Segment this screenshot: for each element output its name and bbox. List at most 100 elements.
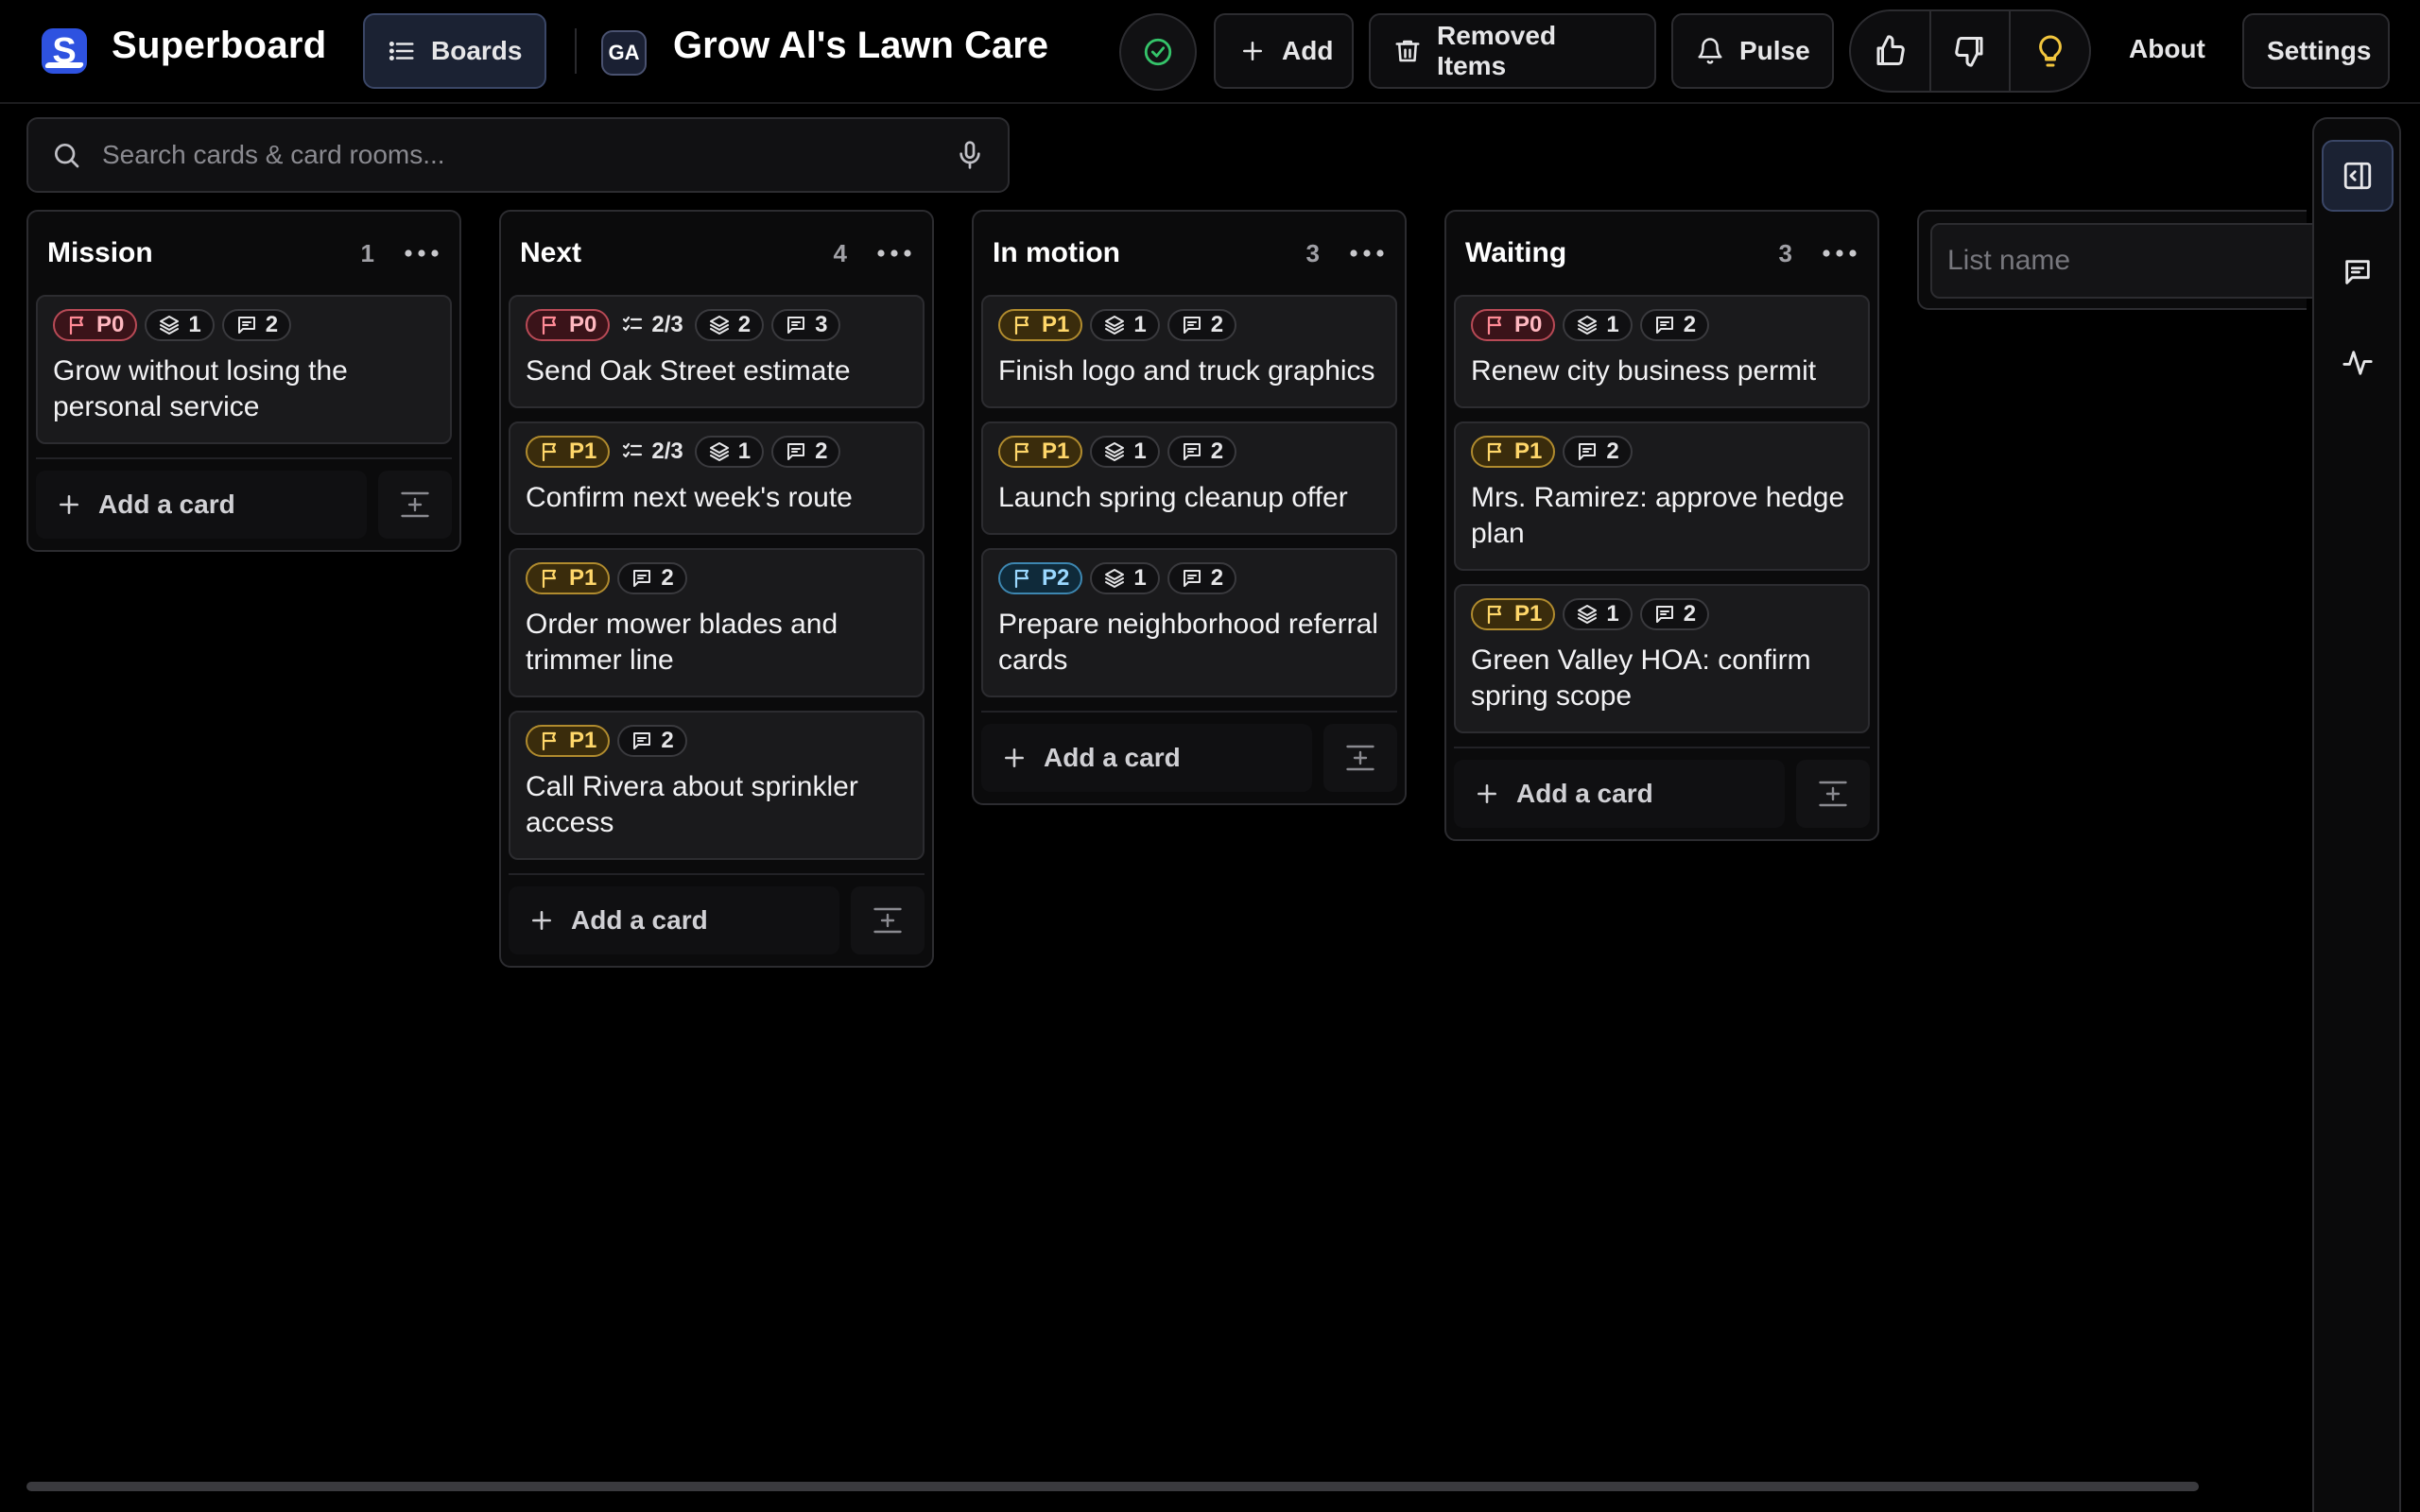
list-header[interactable]: In motion 3 bbox=[981, 212, 1397, 295]
app-logo[interactable]: S bbox=[42, 28, 87, 74]
app-name[interactable]: Superboard bbox=[112, 25, 326, 67]
feedback-group bbox=[1849, 9, 2091, 93]
flag-icon bbox=[66, 314, 89, 336]
pulse-button[interactable]: Pulse bbox=[1671, 13, 1834, 89]
priority-badge[interactable]: P2 bbox=[998, 562, 1083, 594]
add-card-button[interactable]: Add a card bbox=[981, 724, 1312, 792]
subcards-badge: 1 bbox=[694, 436, 765, 468]
subcards-badge: 1 bbox=[1563, 598, 1633, 630]
list-title[interactable]: Waiting bbox=[1465, 237, 1779, 269]
priority-badge[interactable]: P0 bbox=[526, 309, 611, 341]
list-header[interactable]: Waiting 3 bbox=[1454, 212, 1870, 295]
add-button[interactable]: Add bbox=[1214, 13, 1354, 89]
more-options-icon[interactable] bbox=[875, 244, 913, 263]
plus-icon bbox=[1002, 746, 1027, 770]
flag-icon bbox=[539, 314, 562, 336]
subcards-badge: 1 bbox=[1090, 562, 1160, 594]
compact-view-button[interactable] bbox=[378, 471, 452, 539]
priority-badge[interactable]: P1 bbox=[526, 436, 611, 468]
compact-view-button[interactable] bbox=[1323, 724, 1397, 792]
card[interactable]: P1 1 2 Green Valley HOA: confirm spring sco… bbox=[1454, 584, 1870, 733]
compact-view-button[interactable] bbox=[851, 886, 925, 954]
card[interactable]: P1 1 2 Launch spring cleanup offer bbox=[981, 421, 1397, 535]
comments-badge: 2 bbox=[1167, 436, 1237, 468]
priority-badge[interactable]: P1 bbox=[998, 309, 1083, 341]
card[interactable]: P0 1 2 Grow without losing the personal ser… bbox=[36, 295, 452, 444]
card[interactable]: P0 1 2 Renew city business permit bbox=[1454, 295, 1870, 408]
collapse-panel-button[interactable] bbox=[2322, 140, 2394, 212]
sync-status-button[interactable] bbox=[1119, 13, 1197, 91]
priority-label: P1 bbox=[569, 565, 597, 591]
add-card-button[interactable]: Add a card bbox=[1454, 760, 1785, 828]
list-title[interactable]: Next bbox=[520, 237, 834, 269]
comment-icon bbox=[1181, 440, 1203, 463]
priority-badge[interactable]: P1 bbox=[1471, 436, 1556, 468]
comments-badge: 2 bbox=[1639, 598, 1710, 630]
flag-icon bbox=[539, 567, 562, 590]
about-link[interactable]: About bbox=[2129, 34, 2205, 64]
removed-items-label: Removed Items bbox=[1437, 21, 1557, 80]
card[interactable]: P0 2/3 2 3 Send Oak Street estimate bbox=[509, 295, 925, 408]
more-options-icon[interactable] bbox=[403, 244, 441, 263]
list-header[interactable]: Next 4 bbox=[509, 212, 925, 295]
card-meta: P2 1 2 bbox=[998, 559, 1380, 597]
lightbulb-icon bbox=[2033, 34, 2067, 68]
list-title[interactable]: In motion bbox=[993, 237, 1306, 269]
card[interactable]: P1 2 Call Rivera about sprinkler access bbox=[509, 711, 925, 860]
card[interactable]: P1 2 Order mower blades and trimmer line bbox=[509, 548, 925, 697]
priority-badge[interactable]: P0 bbox=[1471, 309, 1556, 341]
search-bar bbox=[26, 117, 1010, 193]
add-card-button[interactable]: Add a card bbox=[509, 886, 839, 954]
list-title[interactable]: Mission bbox=[47, 237, 361, 269]
thumbs-up-button[interactable] bbox=[1851, 11, 1931, 91]
idea-button[interactable] bbox=[2011, 11, 2089, 91]
settings-button[interactable]: Settings bbox=[2242, 13, 2390, 89]
flag-icon bbox=[1484, 603, 1507, 626]
add-card-button[interactable]: Add a card bbox=[36, 471, 367, 539]
list-icon bbox=[388, 37, 416, 65]
comments-panel-button[interactable] bbox=[2322, 236, 2394, 308]
add-label: Add bbox=[1282, 36, 1334, 65]
flag-icon bbox=[1484, 314, 1507, 336]
comments-count: 2 bbox=[1683, 312, 1697, 337]
top-bar: S Superboard Boards GA Grow Al's Lawn Ca… bbox=[0, 0, 2420, 104]
mic-icon[interactable] bbox=[955, 140, 985, 170]
plus-icon bbox=[1475, 782, 1499, 806]
list-header[interactable]: Mission 1 bbox=[36, 212, 452, 295]
checklist-badge: 2/3 bbox=[617, 436, 686, 468]
card[interactable]: P1 1 2 Finish logo and truck graphics bbox=[981, 295, 1397, 408]
flag-icon bbox=[1011, 567, 1034, 590]
more-options-icon[interactable] bbox=[1821, 244, 1858, 263]
flag-icon bbox=[1011, 314, 1034, 336]
priority-label: P2 bbox=[1042, 565, 1070, 591]
card[interactable]: P1 2 Mrs. Ramirez: approve hedge plan bbox=[1454, 421, 1870, 571]
boards-button[interactable]: Boards bbox=[363, 13, 546, 89]
subcards-count: 2 bbox=[737, 312, 752, 337]
list-name-input[interactable] bbox=[1930, 223, 2327, 299]
comment-icon bbox=[631, 730, 653, 752]
add-card-label: Add a card bbox=[1516, 779, 1653, 808]
compact-view-button[interactable] bbox=[1796, 760, 1870, 828]
card[interactable]: P1 2/3 1 2 Confirm next week's route bbox=[509, 421, 925, 535]
subcards-count: 1 bbox=[737, 438, 752, 464]
priority-badge[interactable]: P0 bbox=[53, 309, 138, 341]
comments-badge: 2 bbox=[617, 725, 687, 757]
removed-items-button[interactable]: Removed Items bbox=[1369, 13, 1656, 89]
thumbs-down-button[interactable] bbox=[1931, 11, 2012, 91]
activity-panel-button[interactable] bbox=[2322, 327, 2394, 399]
card-title: Confirm next week's route bbox=[526, 482, 853, 513]
search-input[interactable] bbox=[102, 140, 934, 170]
comments-count: 2 bbox=[661, 728, 674, 753]
card[interactable]: P2 1 2 Prepare neighborhood referral cards bbox=[981, 548, 1397, 697]
priority-badge[interactable]: P1 bbox=[526, 562, 611, 594]
comment-icon bbox=[235, 314, 258, 336]
horizontal-scrollbar[interactable] bbox=[26, 1482, 2199, 1491]
card-title: Prepare neighborhood referral cards bbox=[998, 609, 1378, 676]
priority-badge[interactable]: P1 bbox=[998, 436, 1083, 468]
board-title[interactable]: Grow Al's Lawn Care bbox=[673, 25, 1048, 67]
priority-badge[interactable]: P1 bbox=[1471, 598, 1556, 630]
board-avatar[interactable]: GA bbox=[601, 30, 647, 76]
pulse-label: Pulse bbox=[1739, 36, 1810, 65]
priority-badge[interactable]: P1 bbox=[526, 725, 611, 757]
more-options-icon[interactable] bbox=[1348, 244, 1386, 263]
